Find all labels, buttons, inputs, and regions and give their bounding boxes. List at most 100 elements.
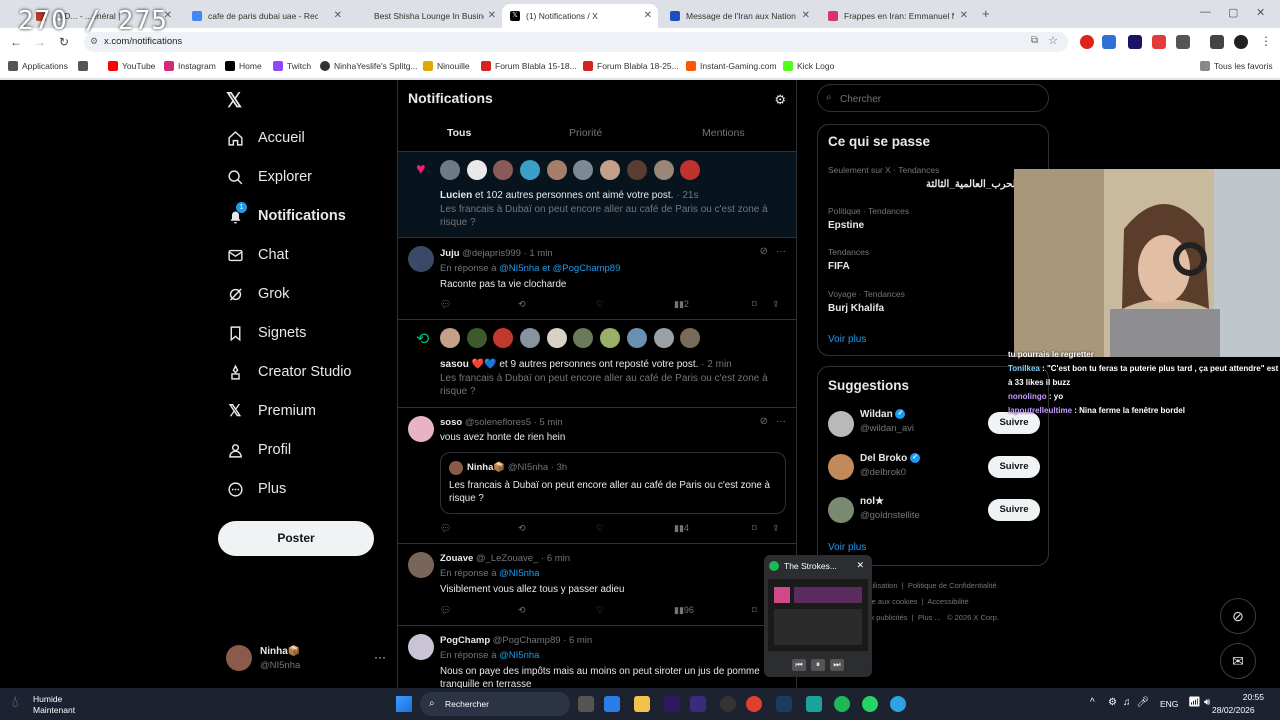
views-icon[interactable]: ▮▮ 4 xyxy=(674,523,689,534)
avatar[interactable] xyxy=(493,160,514,180)
repost-icon[interactable]: ⟲ xyxy=(518,523,526,534)
messages-fab[interactable]: ✉ xyxy=(1220,643,1256,679)
folder-icon[interactable] xyxy=(634,696,650,712)
window-close-button[interactable]: ✕ xyxy=(1256,6,1265,19)
bookmark-applications[interactable]: Applications xyxy=(8,61,68,71)
back-button[interactable]: ← xyxy=(4,35,28,49)
reply-juju[interactable]: Juju @dejapris999 · 1 min ⊘ ··· En répon… xyxy=(398,238,796,320)
steam-icon[interactable] xyxy=(776,696,792,712)
clock[interactable]: 20:55 28/02/2026 xyxy=(1212,692,1264,715)
grok-fab[interactable]: ⊘ xyxy=(1220,598,1256,634)
profile-avatar[interactable] xyxy=(1234,35,1248,49)
start-button[interactable] xyxy=(396,696,412,712)
media-icon[interactable] xyxy=(1210,35,1224,49)
avatar[interactable] xyxy=(573,160,594,180)
puzzle-icon[interactable] xyxy=(1176,35,1190,49)
premiere-icon[interactable] xyxy=(664,696,680,712)
avatar[interactable] xyxy=(466,160,487,180)
close-icon[interactable]: ✕ xyxy=(334,10,342,21)
maximize-button[interactable]: ▢ xyxy=(1228,6,1238,19)
repost-icon[interactable]: ⟲ xyxy=(518,605,526,616)
reply-zouave[interactable]: Zouave @_LeZouave_ · 6 min En réponse à … xyxy=(398,544,796,626)
browser-tab-3[interactable]: Best Shisha Lounge In Business ✕ xyxy=(350,4,502,28)
reply-icon[interactable]: 💬︎ xyxy=(440,605,451,616)
pause-button[interactable]: ⏸ xyxy=(811,659,825,671)
media-miniplayer[interactable]: The Strokes... ✕ ⏮ ⏸ ⏭ xyxy=(764,555,872,677)
share-icon[interactable]: ⇪ xyxy=(772,299,780,310)
nav-item-premium[interactable]: 𝕏 Premium xyxy=(226,393,316,429)
grok-icon[interactable]: ⊘ xyxy=(760,246,768,257)
nav-item-chat[interactable]: Chat xyxy=(226,237,289,273)
views-icon[interactable]: ▮▮ 96 xyxy=(674,605,694,616)
nav-item-accueil[interactable]: Accueil xyxy=(226,120,305,156)
avatar[interactable] xyxy=(546,328,567,348)
bookmark-twitch[interactable]: Twitch xyxy=(273,61,311,71)
search-input[interactable]: ⌕ Chercher xyxy=(817,84,1049,112)
language-indicator[interactable]: ENG xyxy=(1160,699,1178,709)
avatar[interactable] xyxy=(520,328,541,348)
follow-button[interactable]: Suivre xyxy=(988,456,1040,478)
trends-see-more[interactable]: Voir plus xyxy=(828,334,866,345)
reply-icon[interactable]: 💬︎ xyxy=(440,299,451,310)
app-icon[interactable] xyxy=(690,696,706,712)
quote-soso[interactable]: soso @soleneflores5 · 5 min ⊘ ··· vous a… xyxy=(398,408,796,544)
close-icon[interactable]: ✕ xyxy=(960,10,968,21)
bookmark-instagram[interactable]: Instagram xyxy=(164,61,216,71)
install-icon[interactable]: ⧉ xyxy=(1031,35,1038,46)
avatar[interactable] xyxy=(408,634,434,660)
volume-icon[interactable]: 🔊︎ xyxy=(1204,697,1210,708)
telegram-icon[interactable] xyxy=(890,696,906,712)
tab-tous[interactable]: Tous xyxy=(447,127,471,139)
close-icon[interactable]: ✕ xyxy=(488,10,496,21)
url-field[interactable]: ⚙ x.com/notifications ⧉ ☆ xyxy=(84,32,1068,52)
close-icon[interactable]: ✕ xyxy=(802,10,810,21)
bookmark-icon[interactable]: ⌑ xyxy=(752,605,757,616)
extension-icon[interactable] xyxy=(1128,35,1142,49)
bookmark-home[interactable]: Home xyxy=(225,61,262,71)
avatar[interactable] xyxy=(493,328,514,348)
nav-item-notifications[interactable]: 1 Notifications xyxy=(226,198,346,234)
x-logo-icon[interactable]: 𝕏 xyxy=(226,88,242,113)
like-icon[interactable]: ♡ xyxy=(596,523,604,534)
reply-pogchamp[interactable]: PogChamp @PogChamp89 · 6 min En réponse … xyxy=(398,626,796,688)
gear-icon[interactable]: ⚙ xyxy=(774,92,786,108)
browser-tab-6[interactable]: Frappes en Iran: Emmanuel Ma ✕ xyxy=(820,4,974,28)
more-icon[interactable]: ··· xyxy=(776,416,786,427)
more-icon[interactable]: ··· xyxy=(776,246,786,257)
avatar[interactable] xyxy=(600,160,621,180)
avatar[interactable] xyxy=(680,160,701,180)
suggestions-see-more[interactable]: Voir plus xyxy=(828,542,866,553)
whatsapp-icon[interactable] xyxy=(862,696,878,712)
taskbar-search[interactable]: ⌕ Rechercher xyxy=(420,692,570,716)
taskview-icon[interactable] xyxy=(578,696,594,712)
bookmark-kick-logo[interactable]: Kick Logo xyxy=(783,61,834,71)
share-icon[interactable]: ⇪ xyxy=(772,523,780,534)
bookmark-icon[interactable]: ⌑ xyxy=(752,299,757,310)
like-icon[interactable]: ♡ xyxy=(596,605,604,616)
bookmark-grid[interactable] xyxy=(78,61,92,71)
nav-item-grok[interactable]: Grok xyxy=(226,276,289,312)
bookmark-forum-15-18[interactable]: Forum Blabla 15-18... xyxy=(481,61,577,71)
app-icon[interactable] xyxy=(806,696,822,712)
nav-item-plus[interactable]: Plus xyxy=(226,471,286,507)
browser-tab-2[interactable]: cafe de paris dubai uae - Reche ✕ xyxy=(184,4,348,28)
extension-icon[interactable] xyxy=(1152,35,1166,49)
opera-extension-icon[interactable] xyxy=(1080,35,1094,49)
like-notification[interactable]: ♥ Lucien et 102 autres personnes ont aim… xyxy=(398,152,796,238)
reload-button[interactable]: ↻ xyxy=(52,35,76,49)
reply-icon[interactable]: 💬︎ xyxy=(440,523,451,534)
account-switcher[interactable]: Ninha📦 @NI5nha ··· xyxy=(226,642,386,678)
tab-mentions[interactable]: Mentions xyxy=(702,127,745,139)
avatar[interactable] xyxy=(653,328,674,348)
avatar[interactable] xyxy=(626,160,647,180)
bookmark-youtube[interactable]: YouTube xyxy=(108,61,155,71)
avatar[interactable] xyxy=(440,160,460,180)
obs-icon[interactable] xyxy=(720,696,736,712)
avatar[interactable] xyxy=(600,328,621,348)
browser-tab-5[interactable]: Message de l'Iran aux Nations ✕ xyxy=(662,4,816,28)
nav-item-signets[interactable]: Signets xyxy=(226,315,306,351)
avatar[interactable] xyxy=(680,328,701,348)
star-icon[interactable]: ☆ xyxy=(1048,34,1058,47)
app-icon[interactable] xyxy=(604,696,620,712)
avatar[interactable] xyxy=(408,246,434,272)
